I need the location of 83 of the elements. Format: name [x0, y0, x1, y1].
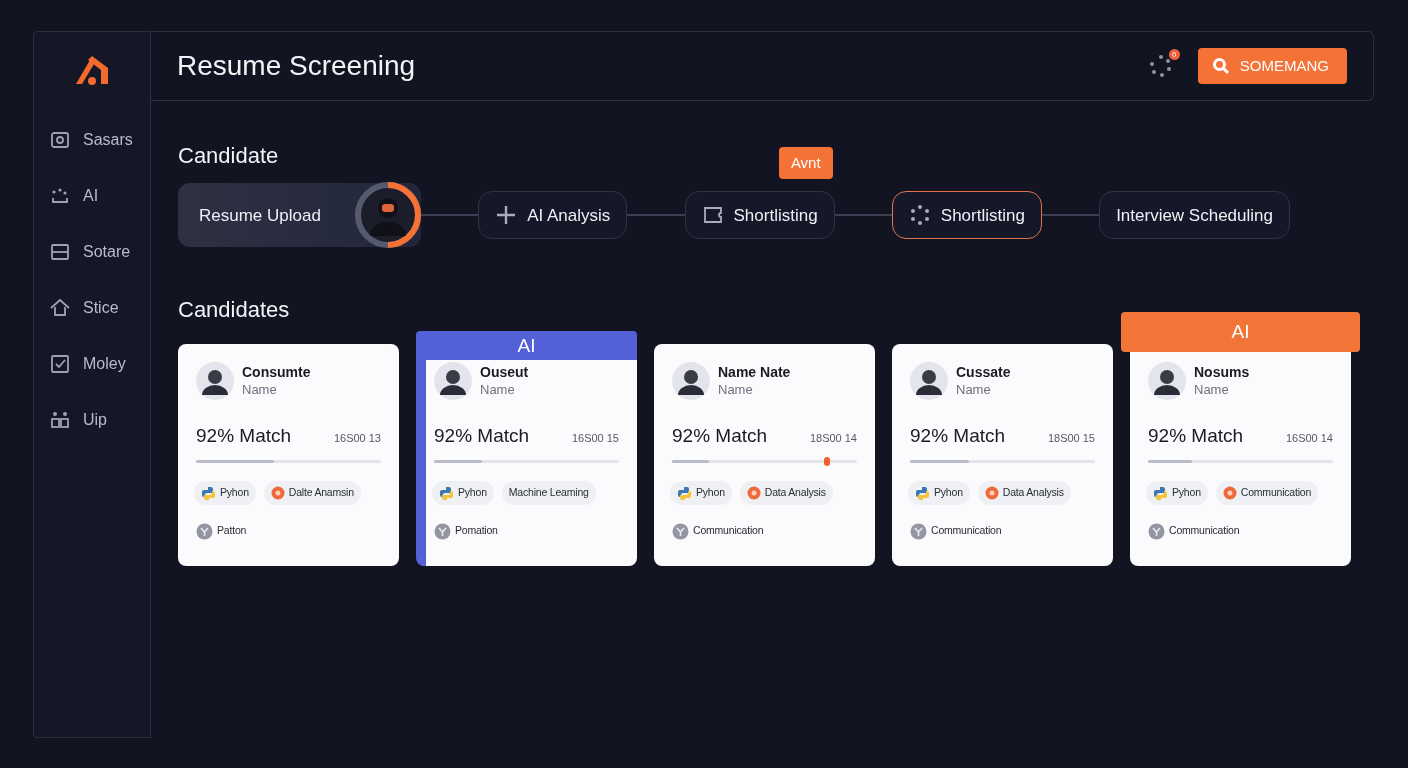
skill-tag: Pomation [432, 519, 505, 544]
candidate-subtitle: Name [242, 380, 278, 399]
candidate-name: Name Nate [718, 362, 791, 381]
skill-tag: Pyhon [1146, 481, 1208, 506]
section-title: Candidate [178, 143, 279, 170]
sidebar-item[interactable]: AI [34, 168, 150, 224]
dot-icon [984, 486, 999, 501]
candidate-subtitle: Name [480, 380, 516, 399]
match-score: 92% Match [196, 423, 292, 448]
python-icon [201, 485, 216, 501]
pipeline-step[interactable]: Shortlisting [891, 191, 1042, 240]
ai-banner: AI [416, 330, 637, 360]
avatar-placeholder [434, 361, 472, 400]
candidate-name: Cussate [956, 362, 1011, 381]
python-icon [677, 485, 692, 501]
candidate-name: Nosums [1194, 362, 1250, 381]
candidate-subtitle: Name [1194, 380, 1230, 399]
skill-tag: Data Analysis [977, 481, 1071, 506]
candidate-code: 16S00 15 [571, 430, 619, 446]
sidebar-item[interactable]: Uip [34, 392, 150, 448]
home-icon [49, 297, 71, 319]
emblem-icon [672, 522, 689, 540]
candidate-subtitle: Name [956, 380, 992, 399]
dot-icon [746, 486, 761, 501]
spinner-icon [1147, 53, 1174, 79]
ai-banner: AI [1121, 311, 1360, 352]
section-title: Candidates [178, 297, 290, 324]
skill-tag: Data Analysis [739, 481, 833, 506]
dot-icon [1222, 486, 1237, 501]
page-title: Resume Screening [177, 49, 417, 83]
search-icon [1211, 57, 1230, 75]
python-icon [439, 485, 454, 501]
avatar-placeholder [196, 361, 234, 400]
emblem-icon [1148, 522, 1165, 540]
spinner-icon [908, 204, 931, 227]
skill-tag: Communication [1215, 481, 1319, 506]
emblem-icon [434, 522, 451, 540]
skill-tag: Pyhon [194, 481, 256, 506]
step-label: Resume Upload [199, 204, 321, 227]
candidate-code: 18S00 14 [809, 430, 857, 446]
checkbox-icon [49, 353, 71, 375]
skill-tag: Patton [194, 519, 254, 544]
skill-tag: Pyhon [670, 481, 732, 506]
sidebar-item[interactable]: Moley [34, 336, 150, 392]
candidate-code: 16S00 14 [1285, 430, 1333, 446]
sidebar-item[interactable]: Stice [34, 280, 150, 336]
plus-icon [495, 204, 518, 227]
candidate-code: 18S00 15 [1047, 430, 1095, 446]
candidate-name: Consumte [242, 362, 311, 381]
frame-icon [49, 129, 71, 151]
skill-tag: Communication [670, 519, 771, 544]
emblem-icon [196, 522, 213, 540]
progress-ring-drawing [355, 182, 421, 249]
candidate-name: Ouseut [480, 362, 529, 381]
notification-button[interactable] [1147, 53, 1174, 79]
skill-tag: Dalte Anamsin [263, 481, 361, 506]
dot-icon [270, 486, 285, 501]
pipeline-step[interactable]: Resume Upload [178, 183, 421, 248]
avatar-placeholder [672, 361, 710, 400]
avatar-placeholder [910, 361, 948, 400]
sidebar-item[interactable]: Sasars [34, 112, 150, 168]
match-score: 92% Match [910, 423, 1006, 448]
pipeline-step[interactable]: Interview Scheduling [1099, 191, 1290, 240]
skill-tag: Pyhon [908, 481, 970, 506]
skill-tag: Communication [1146, 519, 1247, 544]
skill-tag: Communication [908, 519, 1009, 544]
sidebar-item[interactable]: Sotare [34, 224, 150, 280]
avatar-placeholder [1148, 361, 1186, 400]
panel-icon [49, 241, 71, 263]
match-score: 92% Match [434, 423, 530, 448]
pipeline-step[interactable]: AI Analysis [478, 191, 628, 240]
grid-icon [49, 409, 71, 431]
python-icon [915, 485, 930, 501]
skill-tag: Machine Leaming [501, 481, 596, 506]
candidate-code: 16S00 13 [333, 430, 381, 446]
python-icon [1153, 485, 1168, 501]
skill-tag: Pyhon [432, 481, 494, 506]
emblem-icon [910, 522, 927, 540]
pipeline-step[interactable]: Shortlisting [684, 191, 835, 240]
match-score: 92% Match [672, 423, 768, 448]
match-score: 92% Match [1148, 423, 1244, 448]
tooltip: Avnt [778, 146, 833, 180]
candidate-subtitle: Name [718, 380, 754, 399]
